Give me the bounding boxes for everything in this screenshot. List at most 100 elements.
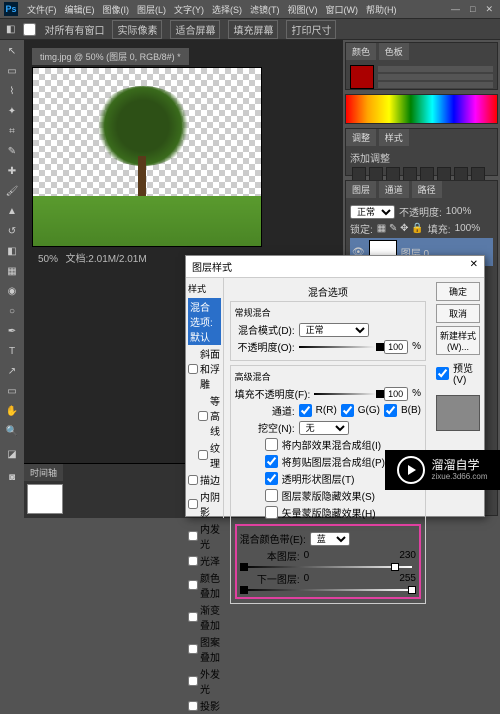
color-tab[interactable]: 颜色 [346,43,376,60]
menu-image[interactable]: 图像(I) [100,3,133,16]
style-bevel[interactable]: 斜面和浮雕 [188,345,221,392]
knockout-select[interactable]: 无 [299,421,349,435]
style-gradientoverlay[interactable]: 渐变叠加 [188,601,221,633]
adjustments-tab[interactable]: 调整 [346,129,376,146]
canvas[interactable] [32,67,262,247]
eraser-tool-icon[interactable]: ◧ [2,242,22,260]
adj-icon[interactable] [471,167,485,181]
zoom-level[interactable]: 50% [38,254,58,265]
timeline-tab[interactable]: 时间轴 [24,464,63,481]
opacity-value[interactable]: 100% [446,206,472,217]
document-tab[interactable]: timg.jpg @ 50% (图层 0, RGB/8#) * [32,48,189,65]
style-check[interactable] [188,612,198,622]
path-tool-icon[interactable]: ↗ [2,362,22,380]
menu-filter[interactable]: 滤镜(T) [247,3,283,16]
style-satin[interactable]: 光泽 [188,552,221,569]
style-check[interactable] [188,580,198,590]
adj-icon[interactable] [420,167,434,181]
style-check[interactable] [188,475,198,485]
menu-layer[interactable]: 图层(L) [134,3,169,16]
opacity-slider[interactable] [299,346,380,348]
menu-file[interactable]: 文件(F) [24,3,60,16]
style-dropshadow[interactable]: 投影 [188,697,221,714]
foreground-swatch[interactable] [350,65,374,89]
style-check[interactable] [188,701,198,711]
slider-b[interactable] [378,82,493,88]
style-coloroverlay[interactable]: 颜色叠加 [188,569,221,601]
menu-view[interactable]: 视图(V) [285,3,321,16]
style-check[interactable] [188,644,198,654]
maximize-icon[interactable]: □ [467,4,478,15]
fill-slider[interactable] [314,393,380,395]
close-icon[interactable]: ✕ [482,4,496,15]
ch-r[interactable] [299,404,312,417]
opt2-check[interactable] [265,455,278,468]
tool-preset-icon[interactable]: ◧ [6,24,15,35]
adj-icon[interactable] [386,167,400,181]
ch-g[interactable] [341,404,354,417]
menu-select[interactable]: 选择(S) [209,3,245,16]
lasso-tool-icon[interactable]: ⌇ [2,82,22,100]
opt4-check[interactable] [265,489,278,502]
channels-tab[interactable]: 通道 [379,181,409,198]
style-check[interactable] [188,531,198,541]
style-texture[interactable]: 纹理 [188,439,221,471]
this-layer-slider[interactable] [244,566,412,568]
stamp-tool-icon[interactable]: ▲ [2,202,22,220]
opt-fill[interactable]: 填充屏幕 [228,20,278,39]
minimize-icon[interactable]: — [448,4,463,15]
hand-tool-icon[interactable]: ✋ [2,402,22,420]
quickmask-icon[interactable]: ◙ [2,468,22,486]
cancel-button[interactable]: 取消 [436,304,480,323]
style-blending-options[interactable]: 混合选项:默认 [188,298,221,345]
ok-button[interactable]: 确定 [436,282,480,301]
opt-actual[interactable]: 实际像素 [112,20,162,39]
fill-input[interactable] [384,387,408,401]
wand-tool-icon[interactable]: ✦ [2,102,22,120]
opt-print[interactable]: 打印尺寸 [286,20,336,39]
under-layer-slider[interactable] [244,589,412,591]
opt-fit[interactable]: 适合屏幕 [170,20,220,39]
fg-bg-color-icon[interactable]: ◪ [2,442,22,466]
slider-r[interactable] [378,66,493,72]
adj-icon[interactable] [403,167,417,181]
menu-type[interactable]: 文字(Y) [171,3,207,16]
menu-window[interactable]: 窗口(W) [323,3,362,16]
preview-check[interactable] [436,367,449,380]
style-check[interactable] [188,499,198,509]
style-patternoverlay[interactable]: 图案叠加 [188,633,221,665]
opt5-check[interactable] [265,506,278,519]
slider-g[interactable] [378,74,493,80]
opt-allwindows-check[interactable] [23,23,36,36]
gradient-tool-icon[interactable]: ▦ [2,262,22,280]
type-tool-icon[interactable]: T [2,342,22,360]
style-check[interactable] [198,411,208,421]
brush-tool-icon[interactable]: 🖌 [2,182,22,200]
layers-tab[interactable]: 图层 [346,181,376,198]
move-tool-icon[interactable]: ↖ [2,42,22,60]
swatches-tab[interactable]: 色板 [379,43,409,60]
adj-icon[interactable] [437,167,451,181]
ch-b[interactable] [384,404,397,417]
style-innershadow[interactable]: 内阴影 [188,488,221,520]
menu-edit[interactable]: 编辑(E) [62,3,98,16]
zoom-tool-icon[interactable]: 🔍 [2,422,22,440]
blur-tool-icon[interactable]: ◉ [2,282,22,300]
opacity-input[interactable] [384,340,408,354]
adj-icon[interactable] [352,167,366,181]
new-style-button[interactable]: 新建样式(W)... [436,326,480,355]
marquee-tool-icon[interactable]: ▭ [2,62,22,80]
style-stroke[interactable]: 描边 [188,471,221,488]
pen-tool-icon[interactable]: ✒ [2,322,22,340]
style-innerglow[interactable]: 内发光 [188,520,221,552]
style-check[interactable] [188,364,198,374]
opt1-check[interactable] [265,438,278,451]
shape-tool-icon[interactable]: ▭ [2,382,22,400]
heal-tool-icon[interactable]: ✚ [2,162,22,180]
history-tool-icon[interactable]: ↺ [2,222,22,240]
dialog-close-icon[interactable]: ✕ [470,259,478,274]
style-outerglow[interactable]: 外发光 [188,665,221,697]
blend-mode-select[interactable]: 正常 [299,323,369,337]
styles-tab[interactable]: 样式 [379,129,409,146]
dodge-tool-icon[interactable]: ○ [2,302,22,320]
